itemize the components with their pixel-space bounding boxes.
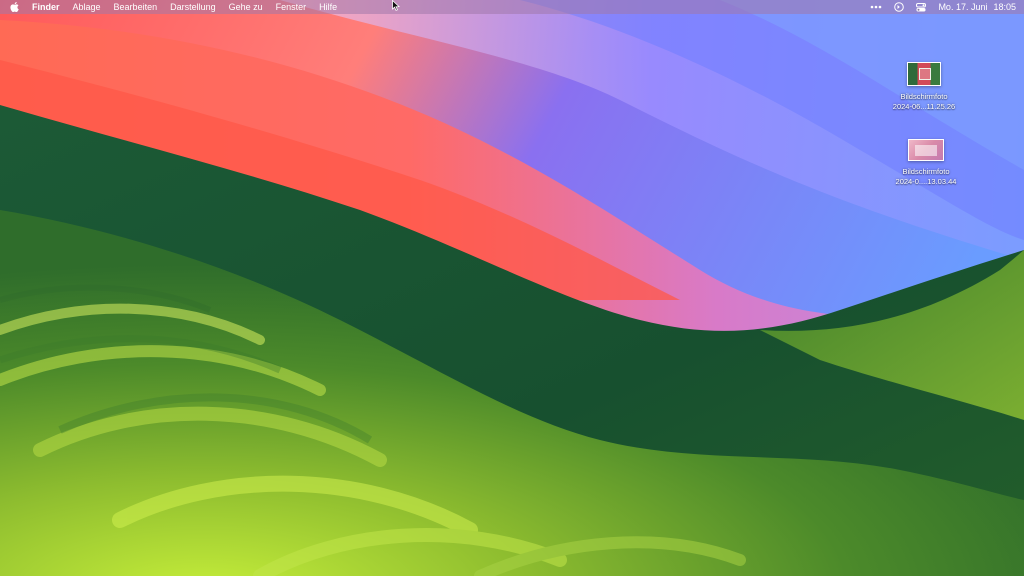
screenshot-thumbnail-icon xyxy=(907,62,941,86)
menu-bar: Finder Ablage Bearbeiten Darstellung Geh… xyxy=(0,0,1024,14)
menu-finder[interactable]: Finder xyxy=(32,2,60,12)
desktop-file-screenshot-1[interactable]: Bildschirmfoto 2024-06...11.25.26 xyxy=(879,62,969,112)
clock-date: Mo. 17. Juni xyxy=(938,2,988,12)
menu-gehe-zu[interactable]: Gehe zu xyxy=(229,2,263,12)
menu-fenster[interactable]: Fenster xyxy=(276,2,307,12)
menu-bar-clock[interactable]: Mo. 17. Juni 18:05 xyxy=(938,2,1016,12)
menu-hilfe[interactable]: Hilfe xyxy=(319,2,337,12)
desktop[interactable]: Finder Ablage Bearbeiten Darstellung Geh… xyxy=(0,0,1024,576)
menu-darstellung[interactable]: Darstellung xyxy=(170,2,216,12)
file-name-line1: Bildschirmfoto xyxy=(902,167,950,176)
more-dots-icon[interactable] xyxy=(870,5,882,9)
mouse-pointer-icon xyxy=(392,0,400,11)
menu-bar-right: Mo. 17. Juni 18:05 xyxy=(858,2,1016,12)
desktop-file-screenshot-2[interactable]: Bildschirmfoto 2024-0....13.03.44 xyxy=(881,139,971,187)
menu-bearbeiten[interactable]: Bearbeiten xyxy=(114,2,158,12)
clock-time: 18:05 xyxy=(993,2,1016,12)
screenshot-thumbnail-icon xyxy=(908,139,944,161)
siri-icon[interactable] xyxy=(894,2,905,12)
control-center-icon[interactable] xyxy=(916,2,927,12)
menu-ablage[interactable]: Ablage xyxy=(73,2,101,12)
apple-icon[interactable] xyxy=(10,2,19,12)
file-name-line1: Bildschirmfoto xyxy=(900,92,948,101)
file-name-line2: 2024-0....13.03.44 xyxy=(895,177,957,186)
file-name-line2: 2024-06...11.25.26 xyxy=(892,102,956,111)
wallpaper xyxy=(0,0,1024,576)
menu-bar-left: Finder Ablage Bearbeiten Darstellung Geh… xyxy=(10,2,350,12)
